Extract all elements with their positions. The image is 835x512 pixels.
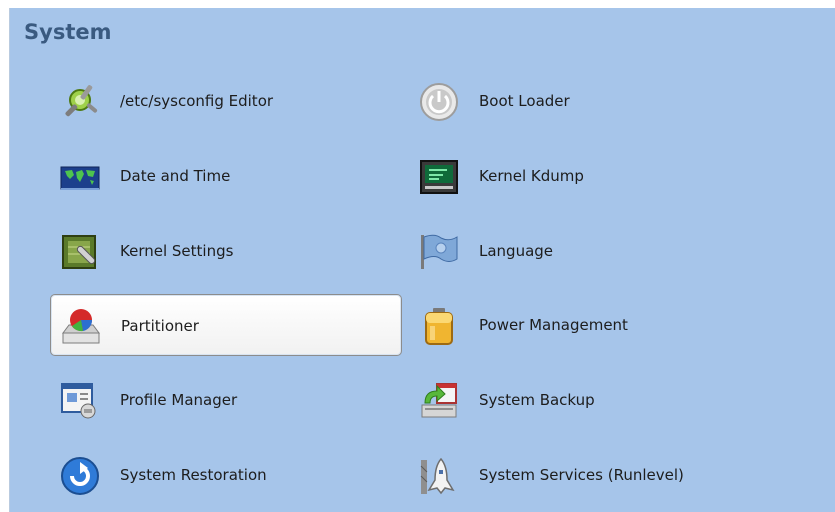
module-label: Partitioner: [121, 317, 199, 335]
module-label: Boot Loader: [479, 92, 570, 110]
section-title: System: [24, 20, 112, 44]
system-backup-icon: [419, 381, 459, 421]
restore-icon: [60, 456, 100, 496]
profile-manager-icon: [60, 381, 100, 421]
module-language[interactable]: Language: [409, 220, 761, 282]
module-system-services[interactable]: System Services (Runlevel): [409, 444, 761, 506]
kdump-monitor-icon: [419, 157, 459, 197]
module-system-restoration[interactable]: System Restoration: [50, 444, 402, 506]
module-label: Profile Manager: [120, 391, 238, 409]
module-label: Date and Time: [120, 167, 231, 185]
module-power-management[interactable]: Power Management: [409, 294, 761, 356]
module-label: System Restoration: [120, 466, 267, 484]
module-label: Language: [479, 242, 554, 260]
module-label: System Services (Runlevel): [479, 466, 684, 484]
world-map-icon: [60, 157, 100, 197]
system-panel: System /etc/sysconfig Editor Date and Ti…: [9, 8, 835, 512]
sysconfig-editor-icon: [60, 82, 100, 122]
module-label: System Backup: [479, 391, 595, 409]
module-sysconfig-editor[interactable]: /etc/sysconfig Editor: [50, 70, 402, 132]
boot-loader-icon: [419, 82, 459, 122]
partitioner-icon: [61, 307, 101, 347]
module-partitioner[interactable]: Partitioner: [50, 294, 402, 356]
module-profile-manager[interactable]: Profile Manager: [50, 369, 402, 431]
module-label: Kernel Settings: [120, 242, 234, 260]
module-date-and-time[interactable]: Date and Time: [50, 145, 402, 207]
module-kernel-settings[interactable]: Kernel Settings: [50, 220, 402, 282]
module-system-backup[interactable]: System Backup: [409, 369, 761, 431]
module-kernel-kdump[interactable]: Kernel Kdump: [409, 145, 761, 207]
module-label: Power Management: [479, 316, 628, 334]
flag-icon: [419, 232, 459, 272]
kernel-settings-icon: [60, 232, 100, 272]
battery-icon: [419, 306, 459, 346]
module-label: Kernel Kdump: [479, 167, 584, 185]
module-boot-loader[interactable]: Boot Loader: [409, 70, 761, 132]
module-label: /etc/sysconfig Editor: [120, 92, 274, 110]
shuttle-icon: [419, 456, 459, 496]
